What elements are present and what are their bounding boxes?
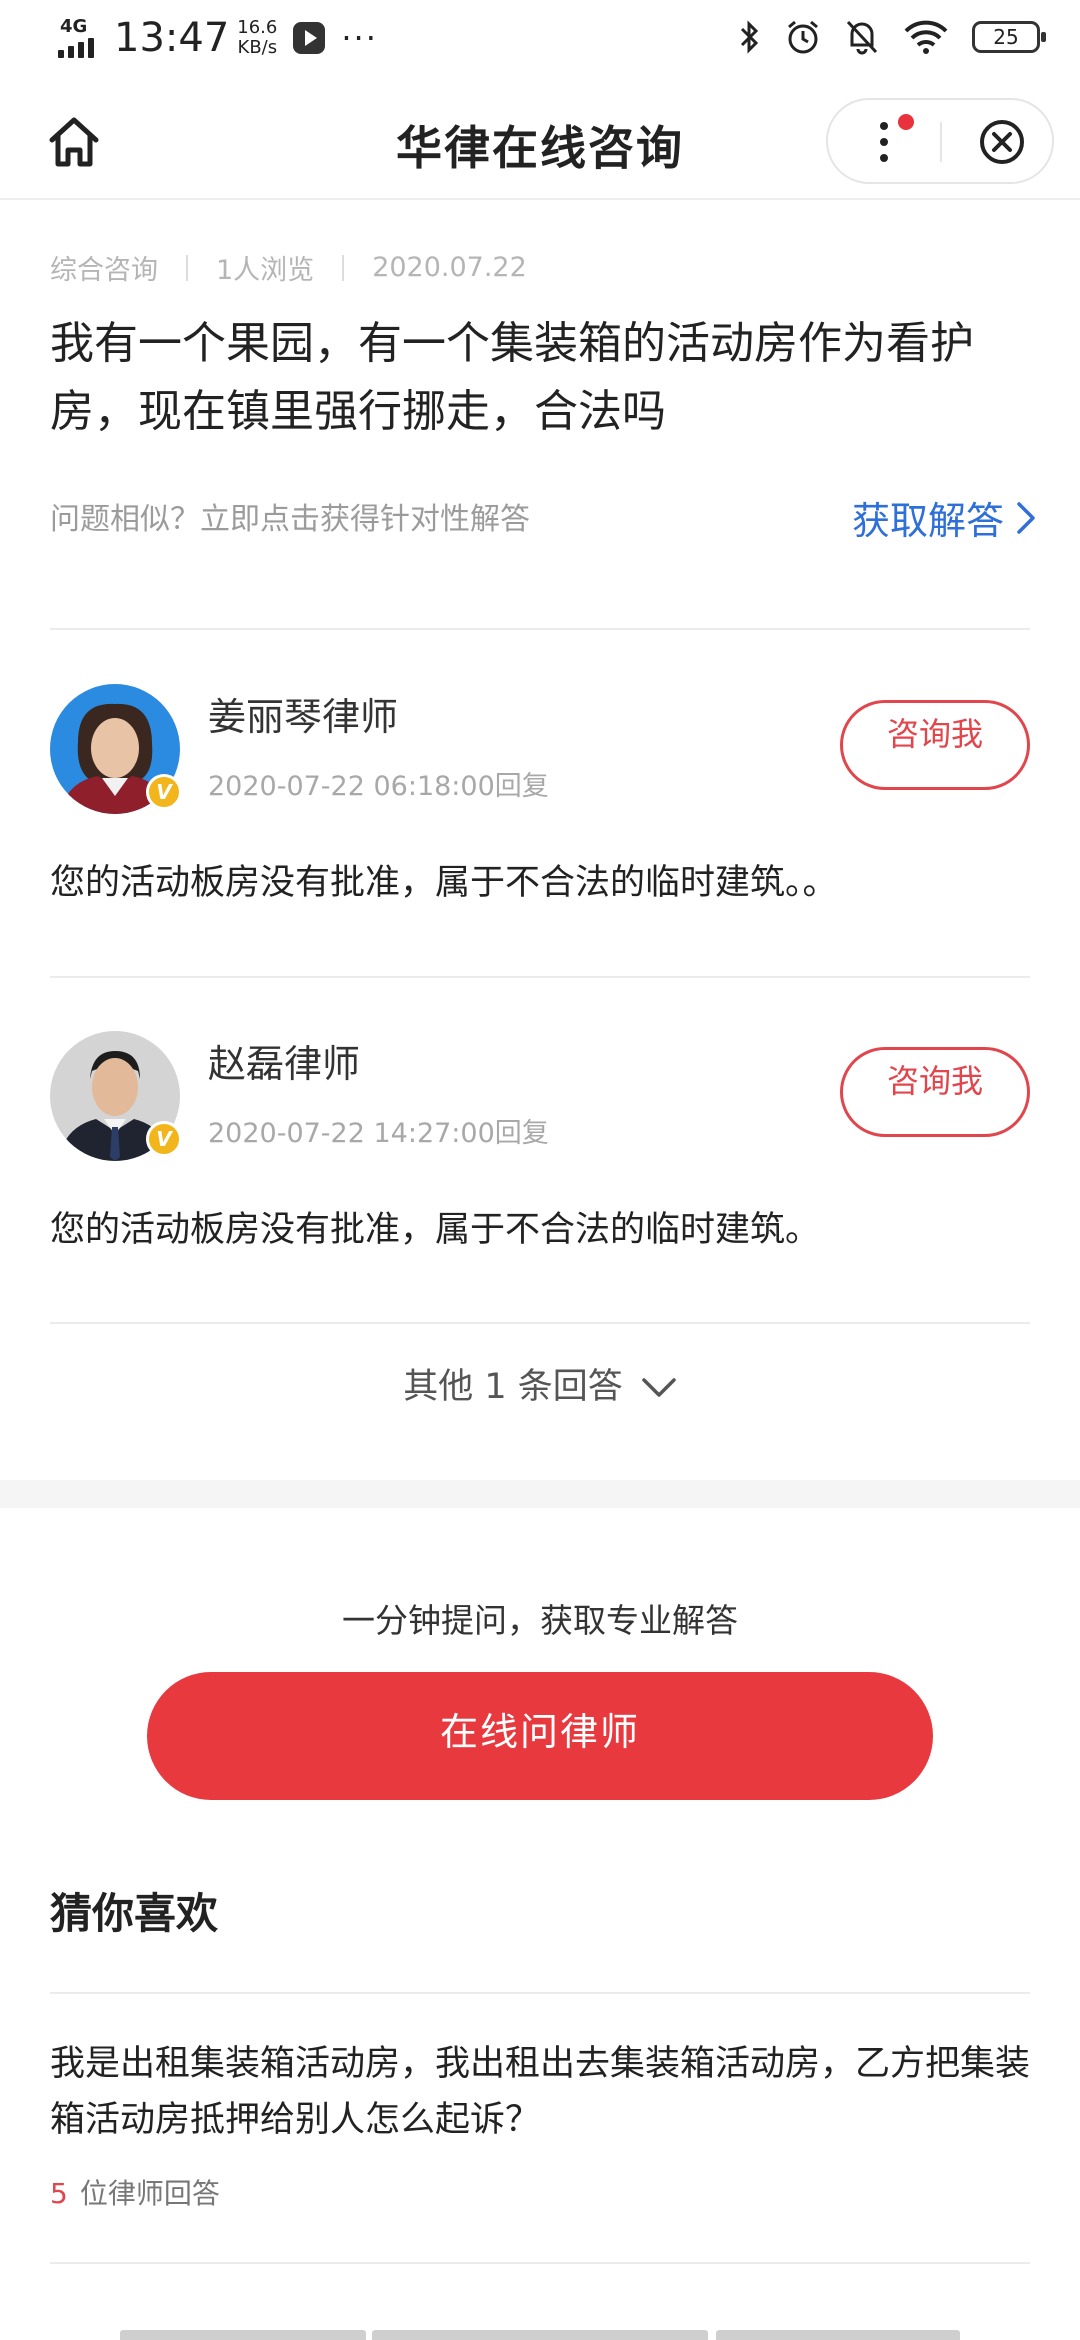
reply-time: 2020-07-22 14:27:00回复 (208, 1118, 549, 1149)
consult-me-button[interactable]: 咨询我 (840, 700, 1030, 790)
cellular-signal-icon: 4G (56, 14, 108, 62)
status-time: 13:47 (114, 15, 230, 61)
bluetooth-icon (740, 20, 759, 54)
alarm-icon (788, 20, 818, 54)
question-text: 我有一个果园，有一个集装箱的活动房作为看护房，现在镇里强行挪走，合法吗 (50, 318, 974, 437)
status-bar: 4G 13:47 16.6 KB/s ··· 25 (0, 0, 1080, 86)
more-answers-label: 其他 1 条回答 (403, 1367, 623, 1407)
top-nav-bar: 华律在线咨询 (0, 86, 1080, 200)
answer-count-label: 位律师回答 (79, 2177, 220, 2210)
divider (50, 1992, 1030, 1994)
close-icon[interactable] (978, 118, 1026, 166)
answer-count-number: 5 (50, 2177, 68, 2210)
meta-divider (186, 254, 188, 281)
chevron-down-icon (642, 1378, 676, 1397)
recommend-question[interactable]: 我是出租集装箱活动房，我出租出去集装箱活动房，乙方把集装箱活动房抵押给别人怎么起… (50, 2036, 1040, 2148)
similar-prompt: 问题相似？立即点击获得针对性解答 (50, 502, 530, 537)
avatar[interactable]: V (50, 1031, 182, 1161)
more-notifications-icon: ··· (341, 19, 378, 57)
lawyer-name: 姜丽琴律师 (208, 695, 399, 739)
more-menu-icon[interactable] (828, 100, 940, 182)
question-meta: 综合咨询 1人浏览 2020.07.22 (50, 248, 527, 287)
meta-divider (342, 254, 345, 281)
avatar[interactable]: V (50, 684, 182, 814)
media-play-icon (293, 22, 326, 54)
get-answer-label: 获取解答 (851, 499, 1004, 543)
bottom-tab-peek (372, 2330, 708, 2340)
network-speed: 16.6 KB/s (237, 17, 278, 58)
more-answers-toggle[interactable]: 其他 1 条回答 (0, 1358, 1080, 1409)
divider (50, 1322, 1030, 1324)
wifi-icon (904, 20, 948, 54)
consult-me-button[interactable]: 咨询我 (840, 1047, 1030, 1137)
verified-badge-icon: V (146, 1121, 182, 1157)
question-category: 综合咨询 (50, 255, 158, 286)
ask-lawyer-online-button[interactable]: 在线问律师 (147, 1672, 933, 1800)
recommend-title: 猜你喜欢 (50, 1889, 219, 1938)
divider (50, 628, 1030, 630)
bottom-tab-peek (716, 2330, 960, 2340)
question-views: 1人浏览 (216, 255, 315, 286)
answer-text: 您的活动板房没有批准，属于不合法的临时建筑。。 (50, 863, 838, 903)
recommend-answer-count: 5 位律师回答 (50, 2172, 220, 2212)
mute-icon (846, 20, 878, 55)
lawyer-name: 赵磊律师 (208, 1042, 361, 1086)
divider (50, 2262, 1030, 2264)
verified-badge-icon: V (146, 774, 182, 810)
answer-card: V 姜丽琴律师 2020-07-22 06:18:00回复 咨询我 您的活动板房… (50, 684, 1030, 924)
answer-card: V 赵磊律师 2020-07-22 14:27:00回复 咨询我 您的活动板房没… (50, 1031, 1030, 1271)
mini-program-capsule (826, 98, 1054, 184)
bottom-tab-peek (120, 2330, 366, 2340)
capsule-divider (940, 122, 942, 162)
question-date: 2020.07.22 (372, 252, 527, 283)
answer-text: 您的活动板房没有批准，属于不合法的临时建筑。 (50, 1210, 821, 1250)
section-gap (0, 1480, 1080, 1508)
chevron-right-icon (1017, 501, 1035, 534)
network-type: 4G (60, 16, 88, 37)
notification-dot (898, 114, 914, 130)
divider (50, 976, 1030, 978)
reply-time: 2020-07-22 06:18:00回复 (208, 771, 549, 802)
battery-icon: 25 (972, 21, 1046, 53)
cta-prompt: 一分钟提问，获取专业解答 (342, 1601, 738, 1640)
get-answer-link[interactable]: 获取解答 (852, 490, 1036, 545)
